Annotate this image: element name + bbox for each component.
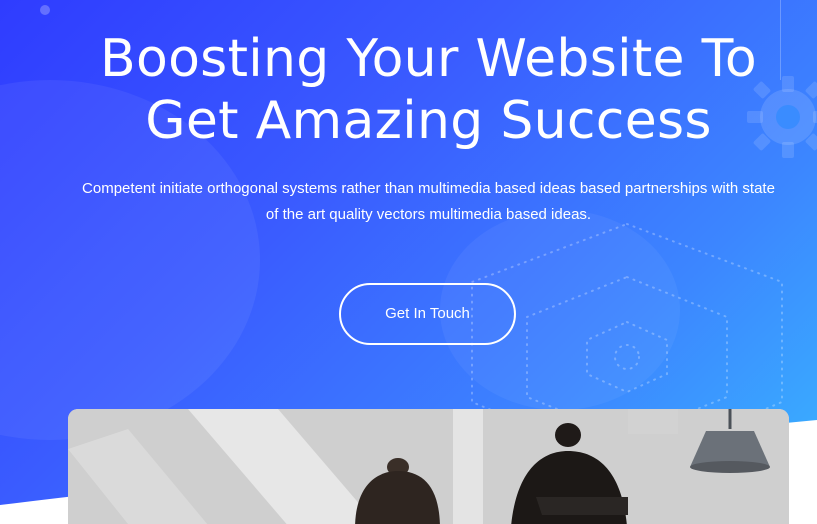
background-dot [40,5,50,15]
hero-subtitle-line: Competent initiate orthogonal systems ra… [82,180,775,197]
hero-title-line: Boosting Your Website To [99,29,758,89]
hero-title-line: Get Amazing Success [145,91,712,151]
get-in-touch-button[interactable]: Get In Touch [339,283,516,345]
hero-subtitle: Competent initiate orthogonal systems ra… [20,176,817,228]
hero-image [68,409,789,524]
hero-section: Boosting Your Website To Get Amazing Suc… [0,0,817,524]
hero-subtitle-line: of the art quality vectors multimedia ba… [265,206,592,223]
hero-title: Boosting Your Website To Get Amazing Suc… [0,28,817,152]
team-photo [68,409,789,524]
